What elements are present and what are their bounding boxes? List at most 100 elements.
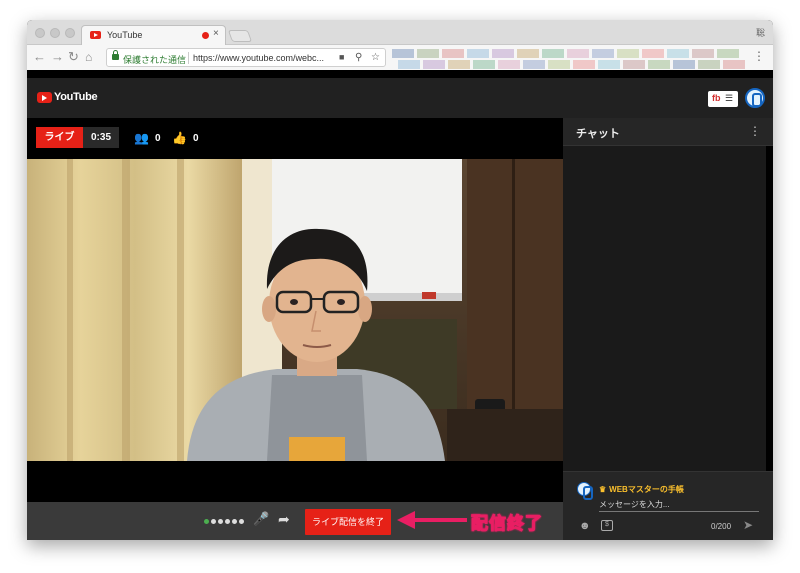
minimize-window-button[interactable] bbox=[50, 28, 60, 38]
microphone-icon[interactable]: 🎤 bbox=[253, 511, 269, 527]
bookmark-item[interactable] bbox=[617, 49, 639, 58]
tab-title: YouTube bbox=[107, 30, 143, 40]
bookmark-item[interactable] bbox=[573, 60, 595, 69]
camera-icon[interactable]: ■ bbox=[339, 52, 344, 62]
crown-icon: ♛ bbox=[599, 485, 607, 494]
tab-strip: YouTube × 聡 bbox=[27, 20, 773, 46]
browser-menu-icon[interactable]: ⋮ bbox=[753, 49, 765, 63]
youtube-logo-text: YouTube bbox=[54, 91, 98, 103]
bookmark-item[interactable] bbox=[398, 60, 420, 69]
like-count: 👍 0 bbox=[172, 131, 199, 145]
youtube-header: YouTube fb ☰ bbox=[27, 78, 773, 118]
chat-message-input[interactable]: メッセージを入力... bbox=[599, 499, 670, 510]
url-text[interactable]: https://www.youtube.com/webc... bbox=[193, 53, 333, 63]
bookmark-item[interactable] bbox=[492, 49, 514, 58]
chat-scrollbar[interactable] bbox=[766, 146, 773, 471]
end-stream-button[interactable]: ライブ配信を終了 bbox=[305, 509, 391, 535]
account-avatar[interactable] bbox=[745, 88, 765, 108]
signal-dot bbox=[225, 519, 230, 524]
live-video-preview[interactable] bbox=[27, 159, 563, 461]
bookmark-item[interactable] bbox=[673, 60, 695, 69]
browser-toolbar: ← → ↻ ⌂ 保護された通信 https://www.youtube.com/… bbox=[27, 45, 773, 70]
back-arrow-icon[interactable]: ← bbox=[33, 49, 46, 65]
bookmark-item[interactable] bbox=[442, 49, 464, 58]
bookmark-item[interactable] bbox=[642, 49, 664, 58]
address-bar[interactable]: 保護された通信 https://www.youtube.com/webc... … bbox=[106, 48, 386, 67]
send-icon[interactable]: ➤ bbox=[743, 518, 753, 532]
chat-user-avatar bbox=[577, 482, 593, 500]
bookmark-item[interactable] bbox=[423, 60, 445, 69]
viewer-count-value: 0 bbox=[154, 133, 161, 144]
bookmark-item[interactable] bbox=[698, 60, 720, 69]
chat-title: チャット bbox=[576, 128, 620, 140]
bookmarks-bar bbox=[392, 49, 750, 71]
signal-dot bbox=[239, 519, 244, 524]
bookmark-item[interactable] bbox=[692, 49, 714, 58]
chat-panel: チャット ⋮ ♛ WEBマスターの手帳 メッセージを入力... ☻ $ 0/200… bbox=[563, 118, 773, 540]
reload-icon[interactable]: ↻ bbox=[68, 49, 79, 65]
bookmark-item[interactable] bbox=[598, 60, 620, 69]
feedback-button[interactable]: fb ☰ bbox=[708, 91, 738, 107]
viewer-count: 👥 0 bbox=[134, 131, 161, 145]
bookmark-item[interactable] bbox=[648, 60, 670, 69]
bookmark-item[interactable] bbox=[542, 49, 564, 58]
address-divider bbox=[188, 52, 189, 64]
input-underline bbox=[599, 511, 759, 512]
emoji-icon[interactable]: ☻ bbox=[579, 520, 591, 532]
super-chat-icon[interactable]: $ bbox=[601, 520, 613, 531]
signal-dot bbox=[204, 519, 209, 524]
thumbs-up-icon: 👍 bbox=[172, 131, 187, 145]
webcam-frame bbox=[27, 159, 563, 461]
menu-icon: ☰ bbox=[725, 93, 734, 103]
zoom-icon[interactable]: ⚲ bbox=[355, 52, 362, 63]
lock-icon bbox=[112, 50, 119, 60]
forward-arrow-icon[interactable]: → bbox=[51, 49, 64, 65]
youtube-play-icon bbox=[37, 92, 52, 103]
signal-dot bbox=[232, 519, 237, 524]
elapsed-time: 0:35 bbox=[83, 127, 119, 148]
character-count: 0/200 bbox=[711, 522, 732, 531]
bookmark-item[interactable] bbox=[473, 60, 495, 69]
like-count-value: 0 bbox=[192, 133, 199, 144]
close-window-button[interactable] bbox=[35, 28, 45, 38]
viewers-icon: 👥 bbox=[134, 131, 149, 145]
bookmark-item[interactable] bbox=[667, 49, 689, 58]
bookmark-item[interactable] bbox=[723, 60, 745, 69]
signal-dot bbox=[218, 519, 223, 524]
tab-close-button[interactable]: × bbox=[213, 28, 219, 39]
profile-button[interactable]: 聡 bbox=[756, 26, 765, 39]
home-icon[interactable]: ⌂ bbox=[85, 49, 92, 65]
chat-username-text: WEBマスターの手帳 bbox=[609, 485, 684, 494]
recording-indicator-icon bbox=[202, 32, 209, 39]
bookmark-item[interactable] bbox=[417, 49, 439, 58]
live-badge: ライブ bbox=[36, 127, 83, 148]
video-letterbox bbox=[27, 461, 563, 502]
bookmark-item[interactable] bbox=[448, 60, 470, 69]
bookmark-item[interactable] bbox=[498, 60, 520, 69]
signal-dot bbox=[211, 519, 216, 524]
bookmark-item[interactable] bbox=[592, 49, 614, 58]
bookmark-item[interactable] bbox=[623, 60, 645, 69]
bookmark-item[interactable] bbox=[548, 60, 570, 69]
chat-header: チャット ⋮ bbox=[563, 118, 773, 146]
tab-youtube[interactable]: YouTube × bbox=[81, 25, 226, 46]
fb-label: fb bbox=[712, 93, 721, 103]
bookmark-item[interactable] bbox=[517, 49, 539, 58]
bookmark-item[interactable] bbox=[523, 60, 545, 69]
chat-input-area: ♛ WEBマスターの手帳 メッセージを入力... ☻ $ 0/200 ➤ bbox=[563, 471, 773, 540]
secure-label: 保護された通信 bbox=[123, 55, 187, 65]
maximize-window-button[interactable] bbox=[65, 28, 75, 38]
browser-window: YouTube × 聡 ← → ↻ ⌂ 保護された通信 https://www.… bbox=[27, 20, 773, 540]
bookmark-item[interactable] bbox=[467, 49, 489, 58]
youtube-favicon-icon bbox=[90, 31, 101, 39]
share-icon[interactable]: ➦ bbox=[278, 511, 290, 528]
annotation-label: 配信終了 bbox=[471, 514, 543, 534]
bookmark-item[interactable] bbox=[717, 49, 739, 58]
chat-username: ♛ WEBマスターの手帳 bbox=[599, 484, 684, 495]
bookmark-star-icon[interactable]: ☆ bbox=[371, 52, 380, 63]
more-options-icon[interactable]: ⋮ bbox=[749, 124, 761, 138]
new-tab-button[interactable] bbox=[227, 30, 253, 42]
annotation-arrow-icon bbox=[397, 511, 467, 529]
bookmark-item[interactable] bbox=[392, 49, 414, 58]
bookmark-item[interactable] bbox=[567, 49, 589, 58]
